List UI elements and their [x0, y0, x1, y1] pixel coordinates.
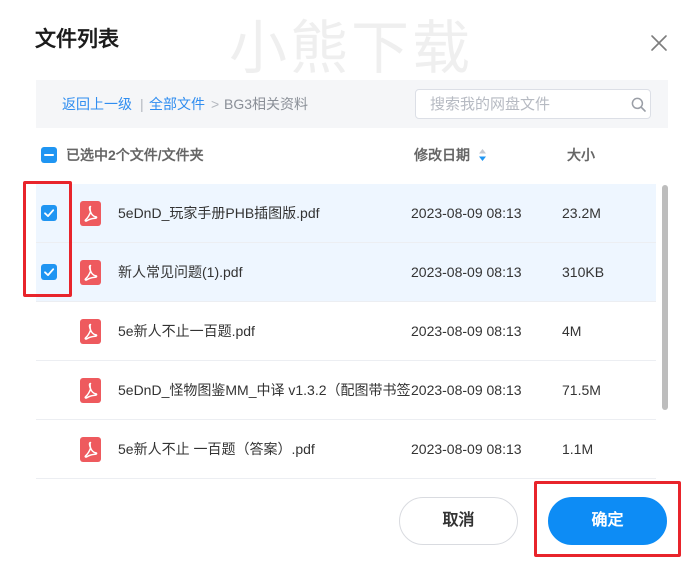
pdf-icon	[80, 319, 101, 344]
search-icon[interactable]	[631, 97, 646, 112]
pdf-icon	[80, 260, 101, 285]
file-name: 5e新人不止一百题.pdf	[118, 323, 255, 339]
file-row[interactable]: 5eDnD_怪物图鉴MM_中译 v1.3.2（配图带书签 2023-08-09 0…	[36, 361, 656, 420]
cancel-button[interactable]: 取消	[399, 497, 518, 545]
column-header-modified-date[interactable]: 修改日期	[414, 145, 470, 165]
file-size: 23.2M	[562, 205, 601, 221]
pdf-icon	[80, 201, 101, 226]
check-icon	[44, 209, 55, 217]
file-modified-date: 2023-08-09 08:13	[411, 205, 522, 221]
breadcrumb-divider: |	[140, 96, 144, 112]
breadcrumb-current-folder: BG3相关资料	[224, 96, 309, 112]
search-box	[415, 89, 651, 119]
search-input[interactable]	[430, 90, 626, 118]
pdf-icon	[80, 378, 101, 403]
dialog-title: 文件列表	[35, 28, 119, 51]
file-checkbox[interactable]	[41, 264, 57, 280]
minus-icon	[44, 154, 54, 156]
file-size: 310KB	[562, 264, 605, 280]
sort-desc-icon[interactable]	[478, 148, 487, 162]
file-size: 4M	[562, 323, 582, 339]
confirm-button[interactable]: 确定	[548, 497, 667, 545]
file-name: 5e新人不止 一百题（答案）.pdf	[118, 441, 315, 457]
file-name: 5eDnD_玩家手册PHB插图版.pdf	[118, 205, 320, 221]
file-modified-date: 2023-08-09 08:13	[411, 441, 522, 457]
select-all-checkbox[interactable]	[41, 147, 57, 163]
file-modified-date: 2023-08-09 08:13	[411, 382, 522, 398]
file-name: 5eDnD_怪物图鉴MM_中译 v1.3.2（配图带书签	[118, 382, 410, 398]
breadcrumb-arrow: >	[211, 96, 220, 112]
file-size: 71.5M	[562, 382, 601, 398]
selection-count-label: 已选中2个文件/文件夹	[66, 147, 204, 163]
file-modified-date: 2023-08-09 08:13	[411, 264, 522, 280]
column-header-size: 大小	[567, 147, 595, 163]
scrollbar-thumb[interactable]	[662, 185, 668, 410]
file-checkbox[interactable]	[41, 205, 57, 221]
close-icon[interactable]	[650, 34, 668, 52]
file-row[interactable]: 5e新人不止一百题.pdf 2023-08-09 08:13 4M	[36, 302, 656, 361]
watermark: 小熊下载	[228, 16, 473, 81]
breadcrumb-root-link[interactable]: 全部文件	[149, 80, 205, 128]
check-icon	[44, 268, 55, 276]
file-row[interactable]: 5e新人不止 一百题（答案）.pdf 2023-08-09 08:13 1.1M	[36, 420, 656, 479]
file-size: 1.1M	[562, 441, 594, 457]
file-row[interactable]: 新人常见问题(1).pdf 2023-08-09 08:13 310KB	[36, 243, 656, 302]
file-name: 新人常见问题(1).pdf	[118, 264, 243, 280]
file-list: 5eDnD_玩家手册PHB插图版.pdf 2023-08-09 08:13 23.2…	[36, 184, 656, 479]
breadcrumb-back-link[interactable]: 返回上一级	[62, 80, 132, 128]
file-modified-date: 2023-08-09 08:13	[411, 323, 522, 339]
pdf-icon	[80, 437, 101, 462]
file-row[interactable]: 5eDnD_玩家手册PHB插图版.pdf 2023-08-09 08:13 23.2…	[36, 184, 656, 243]
